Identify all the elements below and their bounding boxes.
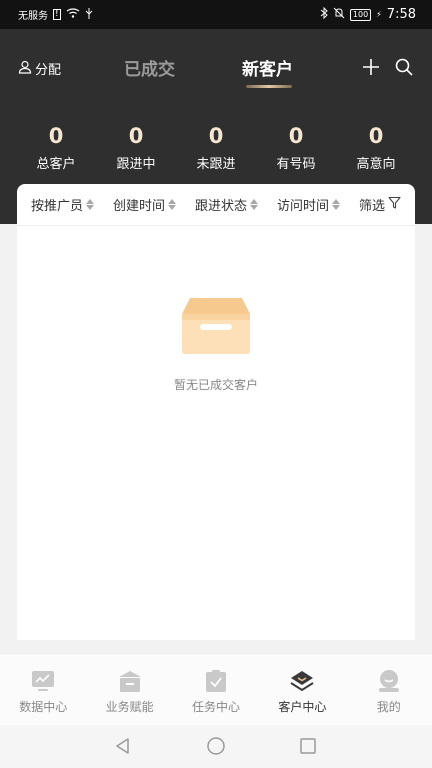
nav-mine[interactable]: 我的 (346, 654, 432, 725)
sort-icon (168, 199, 176, 210)
nav-customer-center[interactable]: 客户中心 (259, 654, 345, 725)
bluetooth-icon (320, 6, 328, 22)
stat-value: 0 (48, 124, 64, 148)
nav-label: 客户中心 (278, 700, 327, 714)
status-bar: 无服务 ! 100 ⚡ 7:58 (0, 0, 432, 29)
wifi-icon (66, 8, 80, 21)
bottom-nav: 数据中心 业务赋能 任务中心 客户中心 我的 (0, 653, 432, 725)
carrier-text: 无服务 (18, 11, 48, 22)
filter-button[interactable]: 筛选 (359, 195, 401, 214)
stat-label: 高意向 (356, 157, 396, 172)
stat-value: 0 (208, 124, 224, 148)
chart-icon (30, 668, 56, 694)
stat-not-followed[interactable]: 0 未跟进 (176, 123, 256, 172)
clock: 7:58 (386, 7, 416, 22)
active-tab-indicator (246, 85, 292, 88)
customer-list: 暂无已成交客户 (17, 226, 415, 640)
search-icon[interactable] (394, 57, 414, 77)
filter-button-label: 筛选 (358, 199, 385, 214)
mute-icon (333, 7, 345, 22)
nav-data-center[interactable]: 数据中心 (0, 654, 86, 725)
stat-label: 跟进中 (116, 157, 156, 172)
person-icon (18, 60, 32, 78)
store-icon (117, 668, 143, 694)
nav-business-enable[interactable]: 业务赋能 (86, 654, 172, 725)
tab-closed-deals[interactable]: 已成交 (124, 55, 175, 80)
stats-row: 0 总客户 0 跟进中 0 未跟进 0 有号码 0 高意向 (0, 123, 432, 172)
assign-button[interactable]: 分配 (18, 59, 61, 78)
filter-bar: 按推广员 创建时间 跟进状态 访问时间 筛选 (17, 184, 415, 226)
stat-value: 0 (368, 124, 384, 148)
stat-label: 总客户 (36, 157, 76, 172)
stat-value: 0 (128, 124, 144, 148)
stat-total-customers[interactable]: 0 总客户 (16, 123, 96, 172)
filter-visit-time[interactable]: 访问时间 (277, 195, 340, 214)
empty-box-icon (180, 294, 252, 356)
stat-following[interactable]: 0 跟进中 (96, 123, 176, 172)
nav-task-center[interactable]: 任务中心 (173, 654, 259, 725)
profile-icon (376, 668, 402, 694)
sim-icon: ! (53, 9, 61, 20)
nav-label: 任务中心 (191, 700, 240, 714)
filter-label: 跟进状态 (194, 199, 247, 214)
filter-promoter[interactable]: 按推广员 (31, 195, 95, 214)
home-icon[interactable] (206, 737, 226, 759)
sort-icon (249, 199, 258, 210)
system-nav-bar (0, 725, 432, 768)
filter-follow-status[interactable]: 跟进状态 (195, 195, 258, 214)
stat-value: 0 (288, 124, 304, 148)
plus-icon[interactable] (361, 57, 381, 79)
filter-created-time[interactable]: 创建时间 (113, 195, 176, 214)
nav-label: 我的 (376, 700, 401, 714)
nav-label: 数据中心 (19, 700, 68, 714)
empty-state-text: 暂无已成交客户 (173, 378, 258, 392)
battery-icon: 100 (349, 8, 372, 21)
layers-icon (289, 668, 315, 694)
usb-icon (85, 7, 93, 22)
back-icon[interactable] (114, 737, 132, 759)
nav-label: 业务赋能 (105, 700, 154, 714)
stat-label: 有号码 (276, 157, 316, 172)
filter-label: 创建时间 (112, 199, 165, 214)
clipboard-icon (203, 668, 229, 694)
filter-label: 按推广员 (31, 199, 84, 214)
funnel-icon (388, 196, 401, 213)
sort-icon (86, 199, 95, 210)
stat-high-intent[interactable]: 0 高意向 (336, 123, 416, 172)
filter-label: 访问时间 (276, 199, 329, 214)
charging-icon: ⚡ (376, 10, 382, 19)
tab-new-customers[interactable]: 新客户 (242, 55, 293, 80)
stat-has-phone[interactable]: 0 有号码 (256, 123, 336, 172)
stat-label: 未跟进 (196, 157, 236, 172)
sort-icon (331, 199, 340, 210)
recents-icon[interactable] (299, 737, 317, 759)
assign-label: 分配 (35, 63, 62, 78)
